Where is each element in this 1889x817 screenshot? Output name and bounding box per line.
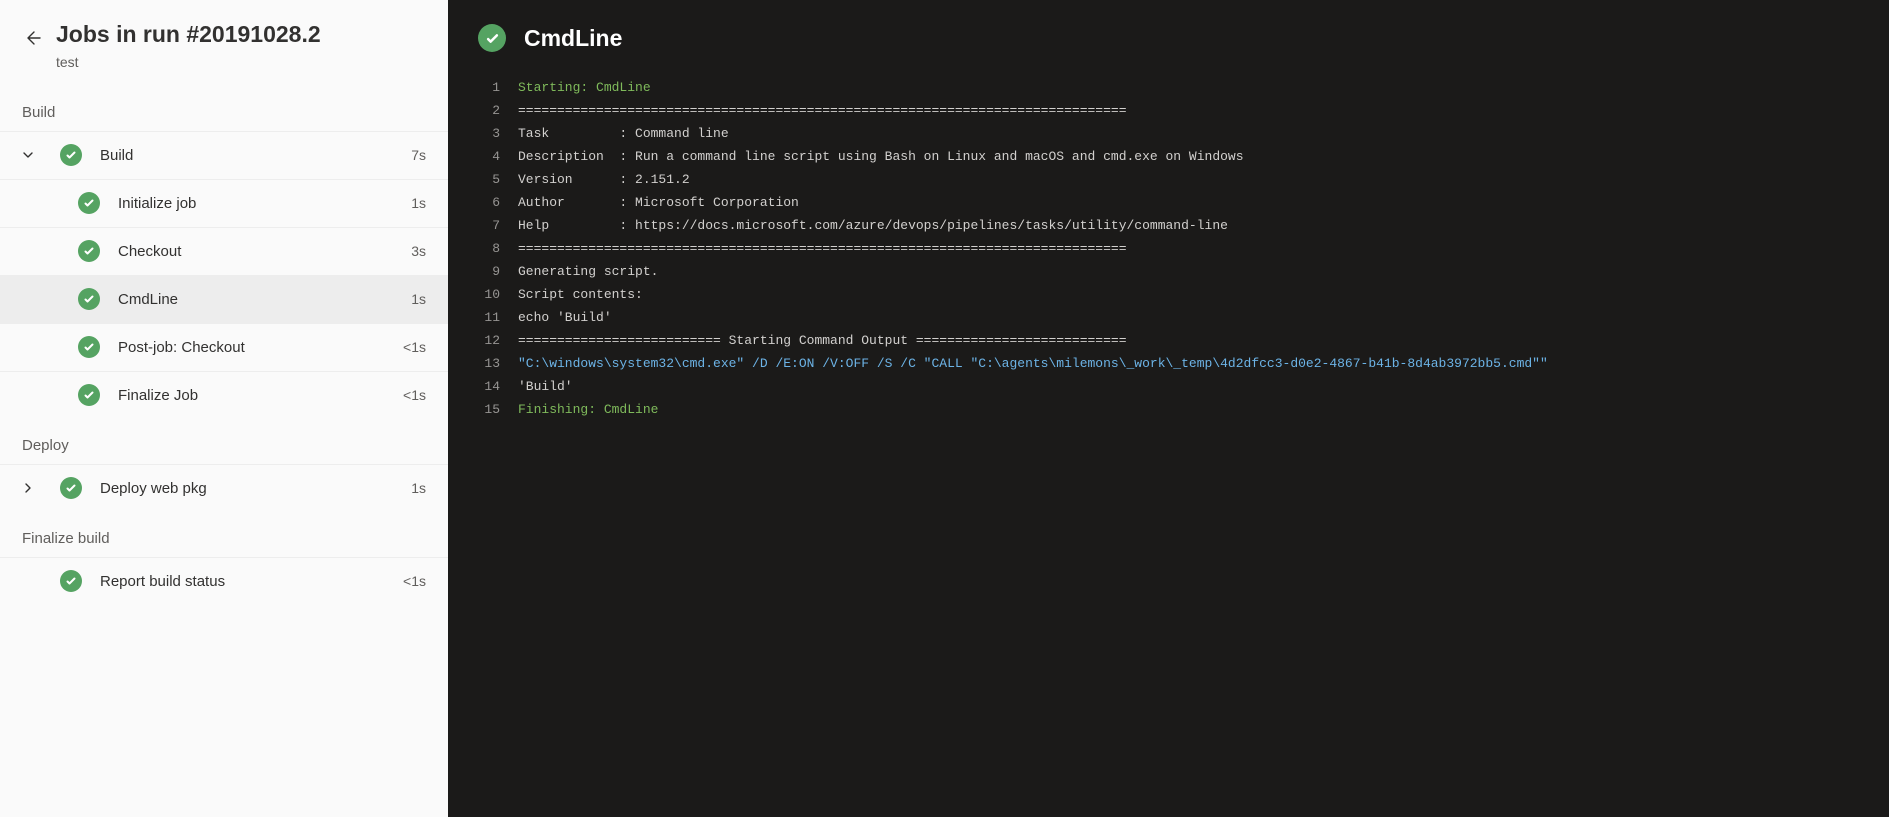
line-text: Generating script. (518, 260, 658, 283)
line-text: "C:\windows\system32\cmd.exe" /D /E:ON /… (518, 352, 1548, 375)
line-number: 9 (448, 260, 518, 283)
line-number: 3 (448, 122, 518, 145)
task-label: Post-job: Checkout (118, 339, 392, 356)
job-row-finalize[interactable]: Report build status <1s (0, 557, 448, 605)
line-number: 2 (448, 99, 518, 122)
line-number: 6 (448, 191, 518, 214)
stage-label: Deploy (0, 419, 448, 464)
job-row-deploy[interactable]: Deploy web pkg 1s (0, 464, 448, 512)
check-icon (60, 477, 82, 499)
line-number: 15 (448, 398, 518, 421)
log-line: 6Author : Microsoft Corporation (448, 191, 1889, 214)
log-header: CmdLine (448, 0, 1889, 70)
task-row-selected[interactable]: CmdLine 1s (0, 275, 448, 323)
line-text: Version : 2.151.2 (518, 168, 690, 191)
log-line: 4Description : Run a command line script… (448, 145, 1889, 168)
task-row[interactable]: Initialize job 1s (0, 179, 448, 227)
line-number: 5 (448, 168, 518, 191)
task-duration: 1s (392, 195, 426, 211)
log-viewer[interactable]: 1Starting: CmdLine2=====================… (448, 70, 1889, 817)
line-number: 1 (448, 76, 518, 99)
task-duration: <1s (392, 387, 426, 403)
check-icon (60, 144, 82, 166)
line-text: 'Build' (518, 375, 573, 398)
task-row[interactable]: Finalize Job <1s (0, 371, 448, 419)
page-title: Jobs in run #20191028.2 (56, 20, 321, 50)
check-icon (78, 384, 100, 406)
chevron-right-icon (22, 478, 50, 498)
task-label: Initialize job (118, 195, 392, 212)
task-duration: 3s (392, 243, 426, 259)
log-line: 14'Build' (448, 375, 1889, 398)
check-icon (78, 336, 100, 358)
task-duration: 1s (392, 291, 426, 307)
line-text: Script contents: (518, 283, 643, 306)
log-line: 8=======================================… (448, 237, 1889, 260)
check-icon (78, 192, 100, 214)
line-number: 12 (448, 329, 518, 352)
log-line: 13"C:\windows\system32\cmd.exe" /D /E:ON… (448, 352, 1889, 375)
task-row[interactable]: Checkout 3s (0, 227, 448, 275)
sidebar-header: Jobs in run #20191028.2 test (0, 0, 448, 86)
line-text: echo 'Build' (518, 306, 612, 329)
job-row-build[interactable]: Build 7s (0, 131, 448, 179)
back-arrow-icon[interactable] (22, 28, 42, 53)
chevron-down-icon (22, 145, 50, 165)
line-text: Description : Run a command line script … (518, 145, 1244, 168)
task-title: CmdLine (524, 25, 622, 52)
log-line: 15Finishing: CmdLine (448, 398, 1889, 421)
line-number: 8 (448, 237, 518, 260)
page-subtitle: test (56, 54, 321, 70)
line-number: 13 (448, 352, 518, 375)
line-number: 11 (448, 306, 518, 329)
task-row[interactable]: Post-job: Checkout <1s (0, 323, 448, 371)
task-duration: <1s (392, 339, 426, 355)
line-text: ========================== Starting Comm… (518, 329, 1127, 352)
log-line: 12========================== Starting Co… (448, 329, 1889, 352)
log-line: 7Help : https://docs.microsoft.com/azure… (448, 214, 1889, 237)
check-icon (478, 24, 506, 52)
line-text: Finishing: CmdLine (518, 398, 658, 421)
job-duration: 7s (392, 147, 426, 163)
job-duration: 1s (392, 480, 426, 496)
task-label: Finalize Job (118, 387, 392, 404)
stage-label: Build (0, 86, 448, 131)
line-text: ========================================… (518, 237, 1127, 260)
task-label: Checkout (118, 243, 392, 260)
line-text: Help : https://docs.microsoft.com/azure/… (518, 214, 1228, 237)
job-label: Report build status (100, 573, 392, 590)
check-icon (78, 288, 100, 310)
log-line: 11echo 'Build' (448, 306, 1889, 329)
task-label: CmdLine (118, 291, 392, 308)
line-text: Task : Command line (518, 122, 729, 145)
line-text: ========================================… (518, 99, 1127, 122)
job-duration: <1s (392, 573, 426, 589)
log-line: 9Generating script. (448, 260, 1889, 283)
check-icon (60, 570, 82, 592)
line-number: 10 (448, 283, 518, 306)
jobs-sidebar: Jobs in run #20191028.2 test Build Build… (0, 0, 448, 817)
log-line: 1Starting: CmdLine (448, 76, 1889, 99)
log-line: 2=======================================… (448, 99, 1889, 122)
stage-label: Finalize build (0, 512, 448, 557)
log-pane: CmdLine 1Starting: CmdLine2=============… (448, 0, 1889, 817)
check-icon (78, 240, 100, 262)
line-text: Starting: CmdLine (518, 76, 651, 99)
line-number: 14 (448, 375, 518, 398)
job-label: Deploy web pkg (100, 480, 392, 497)
line-number: 4 (448, 145, 518, 168)
log-line: 5Version : 2.151.2 (448, 168, 1889, 191)
line-number: 7 (448, 214, 518, 237)
job-label: Build (100, 147, 392, 164)
line-text: Author : Microsoft Corporation (518, 191, 799, 214)
log-line: 10Script contents: (448, 283, 1889, 306)
log-line: 3Task : Command line (448, 122, 1889, 145)
